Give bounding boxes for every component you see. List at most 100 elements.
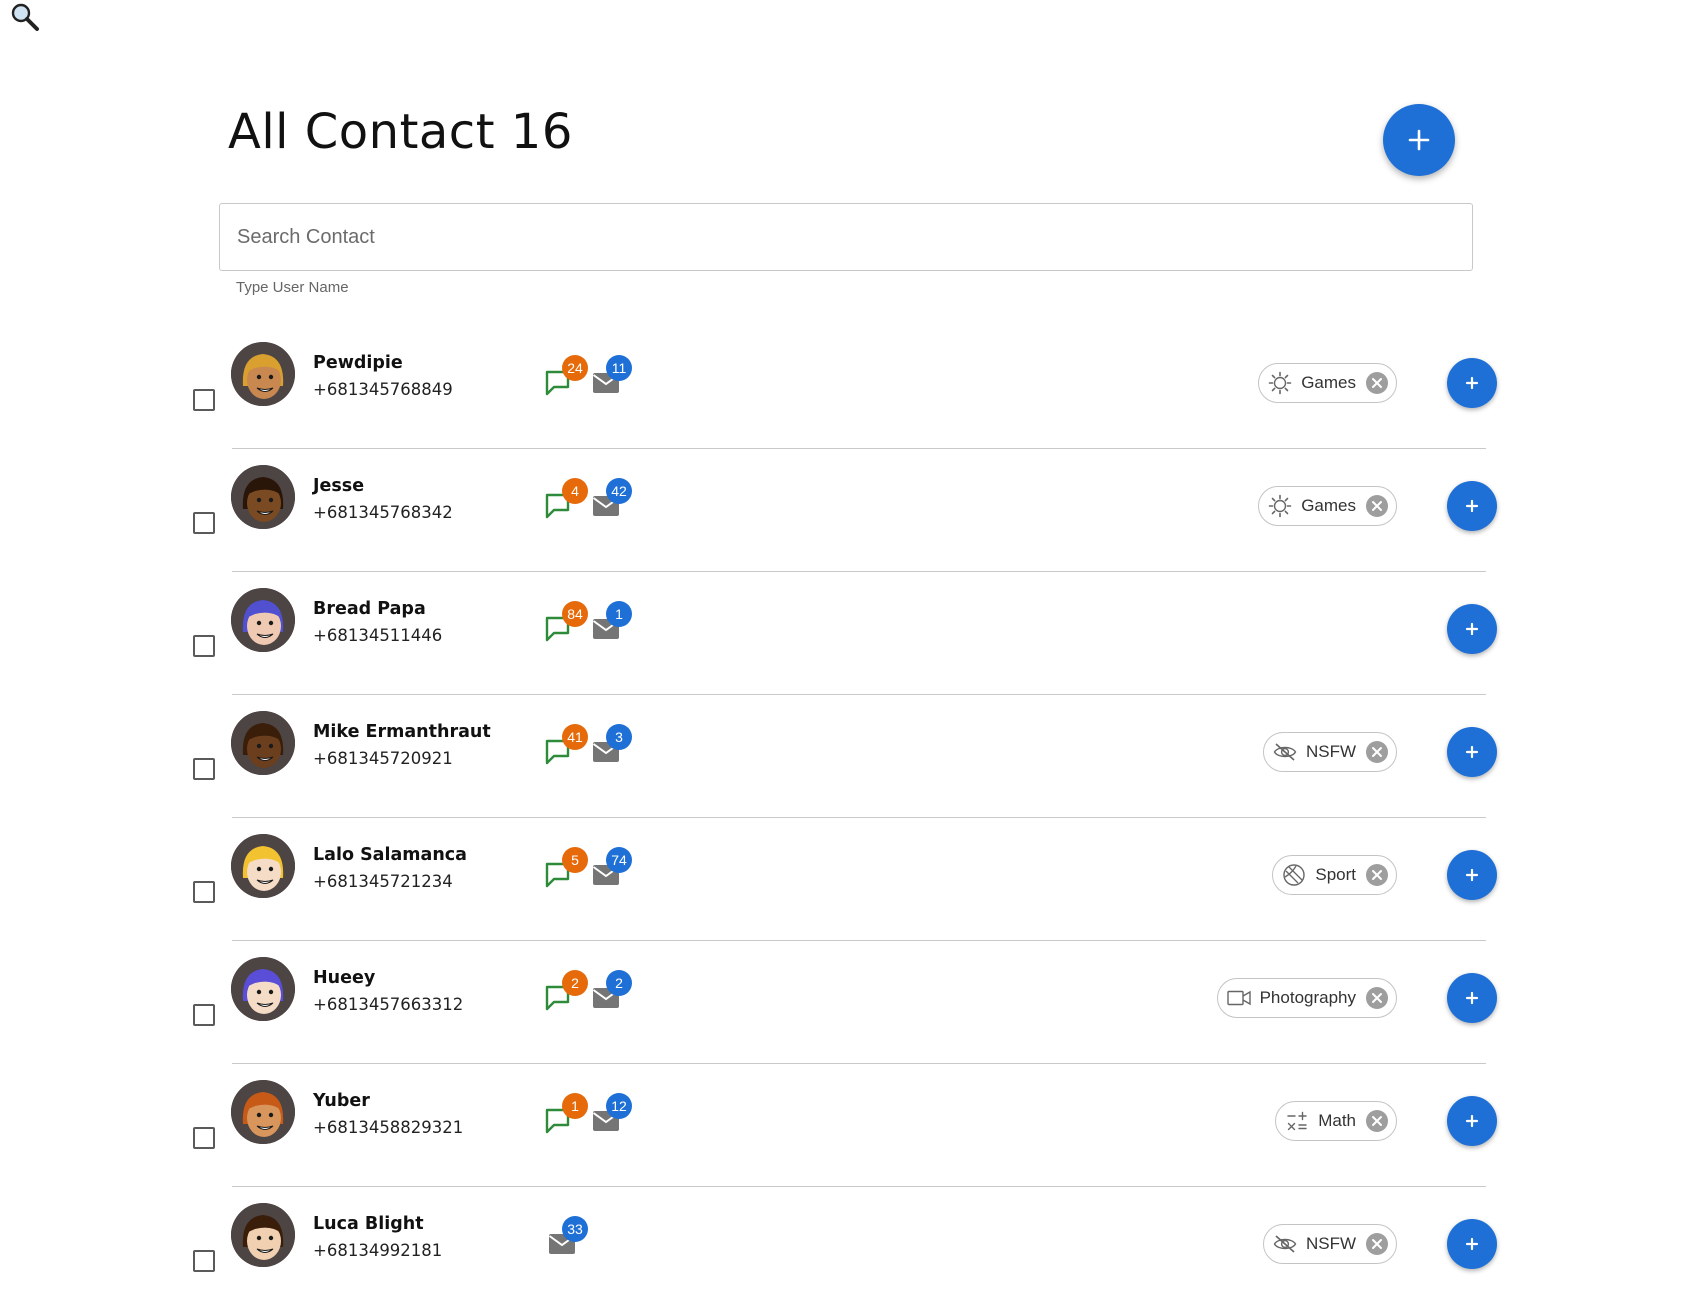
contact-row: Pewdipie +681345768849 24 11 Games: [0, 328, 1694, 450]
remove-tag-icon[interactable]: [1364, 1108, 1390, 1134]
contact-name: Mike Ermanthraut: [313, 722, 491, 742]
contact-phone: +68134992181: [313, 1241, 443, 1260]
tag-chip[interactable]: Sport: [1272, 855, 1397, 895]
select-checkbox[interactable]: [193, 881, 215, 903]
row-divider: [232, 1063, 1486, 1064]
plus-icon: [1465, 991, 1479, 1005]
plus-icon: [1465, 499, 1479, 513]
row-divider: [232, 694, 1486, 695]
remove-tag-icon[interactable]: [1364, 1231, 1390, 1257]
search-helper-text: Type User Name: [236, 279, 349, 296]
row-add-button[interactable]: [1447, 727, 1497, 777]
tag-chip[interactable]: Games: [1258, 486, 1397, 526]
tag-chip[interactable]: Photography: [1216, 978, 1397, 1018]
contact-name: Lalo Salamanca: [313, 845, 467, 865]
mail-count-badge: 1: [606, 601, 632, 627]
select-checkbox[interactable]: [193, 758, 215, 780]
mail-count-badge: 12: [606, 1093, 632, 1119]
mail-count-badge: 2: [606, 970, 632, 996]
contact-phone: +6813458829321: [313, 1118, 464, 1137]
search-field[interactable]: [219, 203, 1473, 271]
avatar: [231, 711, 295, 775]
contact-row: Yuber +6813458829321 1 12 Math: [0, 1066, 1694, 1188]
contact-name: Pewdipie: [313, 353, 403, 373]
tag-label: Games: [1301, 496, 1356, 515]
row-divider: [232, 571, 1486, 572]
video-camera-icon: [1226, 990, 1251, 1006]
remove-tag-icon[interactable]: [1364, 370, 1390, 396]
gear-icon: [1268, 371, 1292, 395]
search-input[interactable]: [220, 204, 1472, 270]
plus-icon: [1465, 868, 1479, 882]
tag-chip[interactable]: NSFW: [1262, 1224, 1397, 1264]
contact-name: Jesse: [313, 476, 365, 496]
chat-count-badge: 1: [562, 1093, 588, 1119]
row-divider: [232, 1186, 1486, 1187]
page-title: All Contact 16: [228, 104, 573, 160]
ball-icon: [1283, 864, 1306, 886]
contact-name: Bread Papa: [313, 599, 426, 619]
contact-row: Luca Blight +68134992181 33 NSFW: [0, 1189, 1694, 1311]
row-add-button[interactable]: [1447, 850, 1497, 900]
row-add-button[interactable]: [1447, 358, 1497, 408]
chat-count-badge: 5: [562, 847, 588, 873]
avatar: [231, 957, 295, 1021]
contact-phone: +68134511446: [313, 626, 443, 645]
chat-count-badge: 4: [562, 478, 588, 504]
plus-icon: [1465, 622, 1479, 636]
gear-icon: [1268, 494, 1292, 518]
mail-count-badge: 11: [606, 355, 632, 381]
avatar: [231, 1080, 295, 1144]
chat-count-badge: 2: [562, 970, 588, 996]
plus-icon: [1408, 129, 1430, 151]
search-icon[interactable]: [10, 2, 40, 32]
select-checkbox[interactable]: [193, 1250, 215, 1272]
tag-chip[interactable]: NSFW: [1262, 732, 1397, 772]
avatar: [231, 342, 295, 406]
remove-tag-icon[interactable]: [1364, 739, 1390, 765]
row-add-button[interactable]: [1447, 604, 1497, 654]
avatar: [231, 1203, 295, 1267]
contact-name: Yuber: [313, 1091, 370, 1111]
tag-label: Math: [1318, 1111, 1356, 1130]
remove-tag-icon[interactable]: [1364, 493, 1390, 519]
avatar: [231, 588, 295, 652]
plus-icon: [1465, 1114, 1479, 1128]
math-icon: [1287, 1111, 1307, 1131]
select-checkbox[interactable]: [193, 1127, 215, 1149]
eye-off-icon: [1273, 1235, 1297, 1253]
row-add-button[interactable]: [1447, 1219, 1497, 1269]
select-checkbox[interactable]: [193, 389, 215, 411]
contact-row: Lalo Salamanca +681345721234 5 74 Sport: [0, 820, 1694, 942]
mail-count-badge: 33: [562, 1216, 588, 1242]
contact-row: Bread Papa +68134511446 84 1: [0, 574, 1694, 696]
contact-row: Hueey +6813457663312 2 2 Photography: [0, 943, 1694, 1065]
row-divider: [232, 448, 1486, 449]
contact-row: Mike Ermanthraut +681345720921 41 3 NSFW: [0, 697, 1694, 819]
contact-name: Luca Blight: [313, 1214, 424, 1234]
row-add-button[interactable]: [1447, 1096, 1497, 1146]
tag-chip[interactable]: Math: [1275, 1101, 1397, 1141]
contact-phone: +681345768342: [313, 503, 453, 522]
remove-tag-icon[interactable]: [1364, 862, 1390, 888]
contact-phone: +681345720921: [313, 749, 453, 768]
mail-count-badge: 3: [606, 724, 632, 750]
mail-count-badge: 42: [606, 478, 632, 504]
select-checkbox[interactable]: [193, 512, 215, 534]
select-checkbox[interactable]: [193, 635, 215, 657]
contact-phone: +681345721234: [313, 872, 453, 891]
select-checkbox[interactable]: [193, 1004, 215, 1026]
row-add-button[interactable]: [1447, 481, 1497, 531]
row-add-button[interactable]: [1447, 973, 1497, 1023]
avatar: [231, 465, 295, 529]
plus-icon: [1465, 1237, 1479, 1251]
tag-label: NSFW: [1305, 1234, 1356, 1253]
remove-tag-icon[interactable]: [1364, 985, 1390, 1011]
tag-label: Photography: [1259, 988, 1356, 1007]
tag-chip[interactable]: Games: [1258, 363, 1397, 403]
tag-label: Games: [1301, 373, 1356, 392]
chat-count-badge: 84: [562, 601, 588, 627]
mail-count-badge: 74: [606, 847, 632, 873]
add-contact-button[interactable]: [1383, 104, 1455, 176]
contact-phone: +681345768849: [313, 380, 453, 399]
